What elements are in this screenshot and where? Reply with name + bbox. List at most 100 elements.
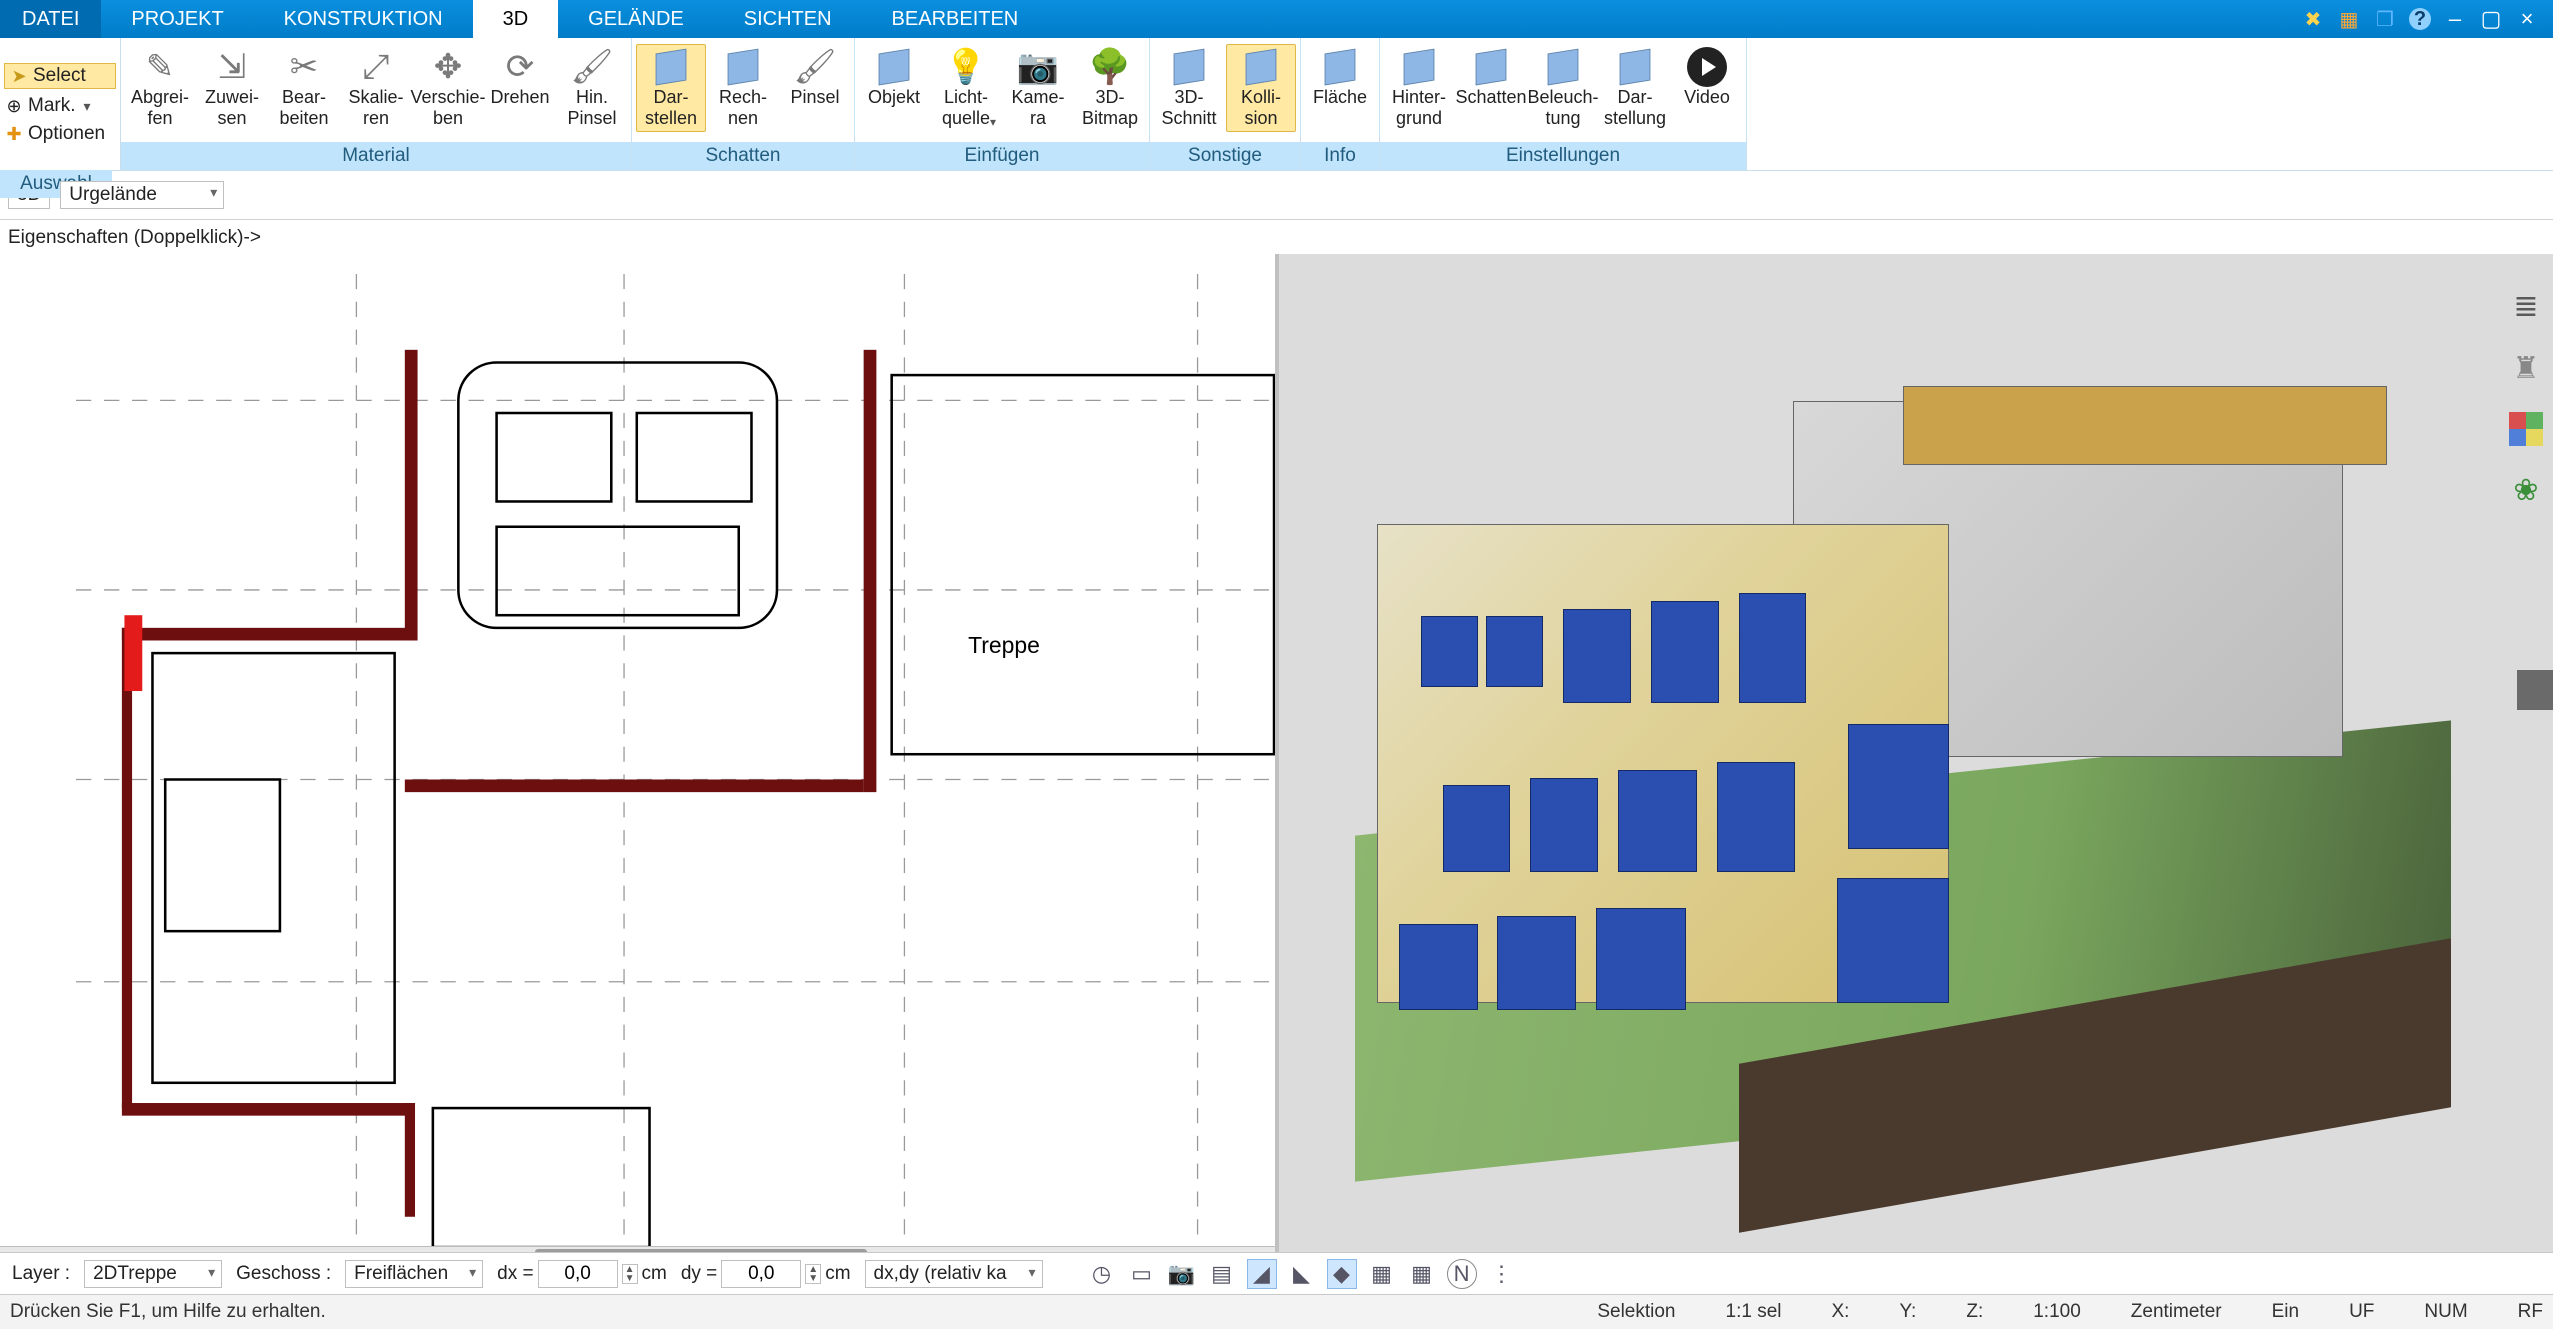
ribbon-flaeche-button[interactable]: Fläche — [1305, 44, 1375, 132]
status-scale: 1:100 — [2033, 1301, 2081, 1323]
ribbon-bearbeiten-button[interactable]: ✂Bear-beiten — [269, 44, 339, 132]
layer-toggle[interactable]: ◆ — [1327, 1259, 1357, 1289]
tool-icon[interactable]: ✖ — [2301, 7, 2325, 31]
ribbon-darstellen-button[interactable]: Dar-stellen — [636, 44, 706, 132]
properties-hint-bar[interactable]: Eigenschaften (Doppelklick)-> — [0, 220, 2553, 257]
dx-spinner[interactable]: ▲▼ — [622, 1264, 638, 1284]
bitmap-label: 3D-Bitmap — [1082, 87, 1138, 129]
layers-icon[interactable]: ≣ — [2508, 288, 2544, 324]
maximize-button[interactable]: ▢ — [2479, 7, 2503, 31]
menu-bearbeiten[interactable]: BEARBEITEN — [862, 0, 1049, 38]
shade-toggle-2[interactable]: ◣ — [1287, 1259, 1317, 1289]
grid-large-icon[interactable]: ▦ — [1407, 1259, 1437, 1289]
shade-toggle-1[interactable]: ◢ — [1247, 1259, 1277, 1289]
layer-dropdown[interactable]: 2DTreppe — [84, 1260, 222, 1288]
status-unit: Zentimeter — [2131, 1301, 2222, 1323]
menu-3d[interactable]: 3D — [473, 0, 559, 38]
status-x: X: — [1831, 1301, 1849, 1323]
ribbon-skalieren-button[interactable]: ⤢Skalie-ren — [341, 44, 411, 132]
ribbon-drehen-button[interactable]: ⟳Drehen — [485, 44, 555, 132]
tree-icon[interactable]: ❀ — [2508, 472, 2544, 508]
menu-gelaende[interactable]: GELÄNDE — [558, 0, 714, 38]
ribbon-licht-button[interactable]: 💡Licht-quelle▾ — [931, 44, 1001, 132]
coord-mode-dropdown[interactable]: dx,dy (relativ ka — [865, 1260, 1043, 1288]
ribbon-group-sonstige: 3D-SchnittKolli-sionSonstige — [1150, 38, 1301, 170]
pinsel-icon: 🖌 — [793, 47, 837, 87]
object-select-dropdown[interactable]: Urgelände — [60, 181, 224, 209]
ribbon-video-button[interactable]: Video — [1672, 44, 1742, 132]
ribbon-hinpinsel-button[interactable]: 🖌Hin.Pinsel — [557, 44, 627, 132]
group-label: Einfügen — [855, 142, 1149, 170]
status-selection: Selektion — [1597, 1301, 1675, 1323]
ribbon-kollision-button[interactable]: Kolli-sion — [1226, 44, 1296, 132]
dy-spinner[interactable]: ▲▼ — [805, 1264, 821, 1284]
select-label: Select — [33, 65, 86, 87]
window-controls: ✖ ▦ ❐ ? – ▢ × — [2287, 0, 2553, 38]
rechnen-label: Rech-nen — [719, 87, 767, 129]
minimize-button[interactable]: – — [2443, 7, 2467, 31]
ribbon: ➤Select ⊕Mark. ✚Optionen Auswahl ✎Abgrei… — [0, 38, 2553, 171]
pinsel-label: Pinsel — [790, 87, 839, 129]
menu-projekt[interactable]: PROJEKT — [101, 0, 253, 38]
schnitt-icon — [1167, 47, 1211, 87]
geschoss-dropdown[interactable]: Freiflächen — [345, 1260, 483, 1288]
ribbon-beleuchtung-button[interactable]: Beleuch-tung — [1528, 44, 1598, 132]
ribbon-rechnen-button[interactable]: Rech-nen — [708, 44, 778, 132]
chair-icon[interactable]: ♜ — [2508, 350, 2544, 386]
ribbon-hintergrund-button[interactable]: Hinter-grund — [1384, 44, 1454, 132]
mark-mode[interactable]: ⊕Mark. — [4, 95, 116, 117]
selection-box-icon[interactable]: ▭ — [1127, 1259, 1157, 1289]
hinpinsel-label: Hin.Pinsel — [567, 87, 616, 129]
options-label: Optionen — [28, 123, 105, 145]
ribbon-bitmap-button[interactable]: 🌳3D-Bitmap — [1075, 44, 1145, 132]
options-button[interactable]: ✚Optionen — [4, 123, 116, 145]
ribbon-group-einstellungen: Hinter-grundSchattenBeleuch-tungDar-stel… — [1380, 38, 1747, 170]
ribbon-group-material: ✎Abgrei-fen⇲Zuwei-sen✂Bear-beiten⤢Skalie… — [121, 38, 632, 170]
kollision-icon — [1239, 47, 1283, 87]
video-icon — [1685, 47, 1729, 87]
dy-input[interactable] — [721, 1260, 801, 1288]
ribbon-abgreifen-button[interactable]: ✎Abgrei-fen — [125, 44, 195, 132]
work-area: Treppe — [0, 254, 2553, 1265]
ribbon-pinsel-button[interactable]: 🖌Pinsel — [780, 44, 850, 132]
right-tool-strip: ≣ ♜ ❀ — [2499, 264, 2553, 508]
materials-icon[interactable] — [2509, 412, 2543, 446]
ribbon-objekt-button[interactable]: Objekt — [859, 44, 929, 132]
help-hint: Drücken Sie F1, um Hilfe zu erhalten. — [10, 1301, 326, 1323]
menu-sichten[interactable]: SICHTEN — [714, 0, 862, 38]
ribbon-group-info: FlächeInfo — [1301, 38, 1380, 170]
close-button[interactable]: × — [2515, 7, 2539, 31]
menu-file[interactable]: DATEI — [0, 0, 101, 38]
north-icon[interactable]: N — [1447, 1259, 1477, 1289]
status-ein: Ein — [2272, 1301, 2299, 1323]
right-panel-handle[interactable] — [2517, 670, 2553, 710]
floor-plan-drawing: Treppe — [76, 274, 1278, 1265]
clock-icon[interactable]: ◷ — [1087, 1259, 1117, 1289]
abgreifen-label: Abgrei-fen — [131, 87, 189, 129]
camera-icon[interactable]: 📷 — [1167, 1259, 1197, 1289]
bitmap-icon: 🌳 — [1088, 47, 1132, 87]
ribbon-verschieben-button[interactable]: ✥Verschie-ben — [413, 44, 483, 132]
ribbon-schnitt-button[interactable]: 3D-Schnitt — [1154, 44, 1224, 132]
status-bar: Drücken Sie F1, um Hilfe zu erhalten. Se… — [0, 1294, 2553, 1329]
grid-small-icon[interactable]: ▦ — [1367, 1259, 1397, 1289]
verschieben-icon: ✥ — [426, 47, 470, 87]
2d-plan-view[interactable]: Treppe — [0, 254, 1279, 1265]
select-mode[interactable]: ➤Select — [4, 63, 116, 89]
window-icon[interactable]: ❐ — [2373, 7, 2397, 31]
video-label: Video — [1684, 87, 1730, 129]
more-icon[interactable]: ⋮ — [1487, 1259, 1517, 1289]
stack-icon[interactable]: ▤ — [1207, 1259, 1237, 1289]
package-icon[interactable]: ▦ — [2337, 7, 2361, 31]
dx-field: dx = ▲▼ cm — [497, 1260, 667, 1288]
help-icon[interactable]: ? — [2409, 8, 2431, 30]
ribbon-schatten2-button[interactable]: Schatten — [1456, 44, 1526, 132]
ribbon-zuweisen-button[interactable]: ⇲Zuwei-sen — [197, 44, 267, 132]
dropdown-icon: ▾ — [990, 112, 996, 133]
dx-input[interactable] — [538, 1260, 618, 1288]
flaeche-label: Fläche — [1313, 87, 1367, 129]
3d-view[interactable] — [1279, 254, 2553, 1265]
menu-konstruktion[interactable]: KONSTRUKTION — [254, 0, 473, 38]
ribbon-darstellung-button[interactable]: Dar-stellung — [1600, 44, 1670, 132]
ribbon-kamera-button[interactable]: 📷Kame-ra — [1003, 44, 1073, 132]
